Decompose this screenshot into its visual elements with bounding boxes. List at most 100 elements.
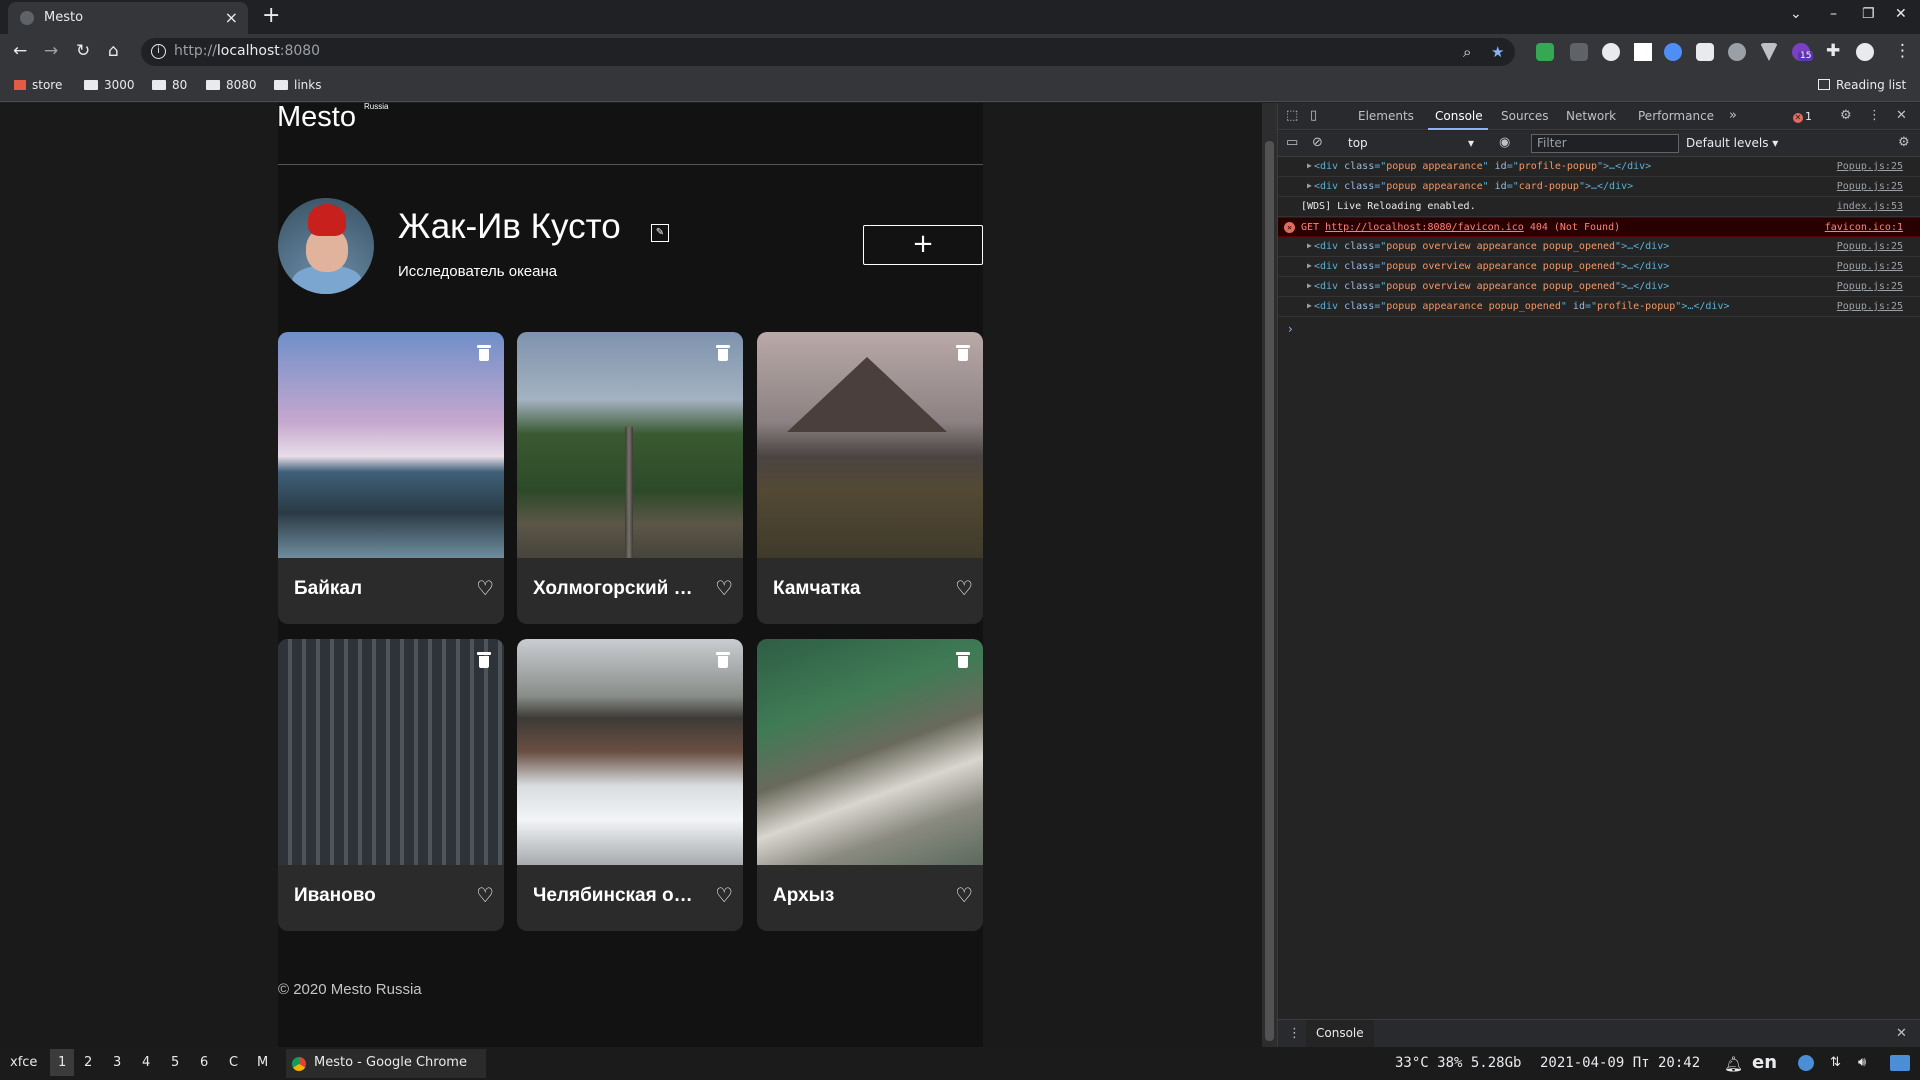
reload-icon[interactable]: ↻ [76, 41, 90, 61]
keyboard-layout[interactable]: en [1752, 1052, 1777, 1073]
console-message[interactable]: ▶ <div class="popup appearance" id="prof… [1278, 157, 1920, 177]
extension-icon-green[interactable] [1536, 43, 1554, 61]
heart-icon[interactable]: ♡ [715, 576, 733, 600]
expand-triangle-icon[interactable]: ▶ [1307, 301, 1312, 310]
maximize-button[interactable]: ❐ [1862, 6, 1875, 22]
close-devtools-icon[interactable]: ✕ [1896, 108, 1907, 123]
source-link[interactable]: Popup.js:25 [1837, 161, 1903, 172]
devtools-menu-icon[interactable]: ⋮ [1868, 108, 1881, 123]
source-link[interactable]: Popup.js:25 [1837, 281, 1903, 292]
error-count-badge[interactable]: ✕ 1 [1793, 110, 1812, 123]
card-photo[interactable] [757, 639, 983, 865]
edit-profile-button[interactable]: ✎ [651, 224, 669, 242]
heart-icon[interactable]: ♡ [955, 576, 973, 600]
expand-triangle-icon[interactable]: ▶ [1307, 241, 1312, 250]
console-prompt-chevron-icon[interactable]: › [1288, 322, 1293, 336]
trash-icon[interactable] [955, 651, 971, 669]
card-photo[interactable] [278, 332, 504, 558]
drawer-tab-console[interactable]: Console [1306, 1020, 1374, 1048]
workspace-4[interactable]: 4 [142, 1055, 150, 1070]
menu-dots-icon[interactable]: ⋮ [1894, 41, 1911, 61]
react-devtools-icon[interactable] [1602, 43, 1620, 61]
console-settings-icon[interactable]: ⚙ [1898, 135, 1910, 150]
drawer-menu-icon[interactable]: ⋮ [1288, 1026, 1301, 1041]
clear-console-icon[interactable]: ⊘ [1312, 135, 1323, 150]
extension-icon-eye[interactable] [1696, 43, 1714, 61]
source-link[interactable]: Popup.js:25 [1837, 301, 1903, 312]
error-url-link[interactable]: http://localhost:8080/favicon.ico [1325, 222, 1524, 233]
expand-triangle-icon[interactable]: ▶ [1307, 281, 1312, 290]
profile-avatar-icon[interactable] [1856, 43, 1874, 61]
tab-console[interactable]: Console [1435, 109, 1483, 123]
inspect-element-icon[interactable]: ⬚ [1286, 108, 1298, 123]
heart-icon[interactable]: ♡ [476, 576, 494, 600]
extension-icon-target[interactable] [1728, 43, 1746, 61]
zoom-search-icon[interactable]: ⌕ [1463, 43, 1471, 61]
clock[interactable]: 2021-04-09 Пт 20:42 [1540, 1055, 1700, 1071]
reading-list-button[interactable]: Reading list [1818, 78, 1906, 92]
tab-search-icon[interactable]: ⌄ [1790, 6, 1802, 22]
console-message[interactable]: [WDS] Live Reloading enabled. index.js:5… [1278, 197, 1920, 217]
context-selector[interactable]: top ▾ [1348, 136, 1478, 150]
minimize-button[interactable]: – [1830, 6, 1837, 22]
trash-icon[interactable] [476, 344, 492, 362]
console-message[interactable]: ▶ <div class="popup overview appearance … [1278, 257, 1920, 277]
extension-icon-blue[interactable] [1664, 43, 1682, 61]
scrollbar-thumb[interactable] [1265, 141, 1274, 1041]
card-photo[interactable] [517, 639, 743, 865]
bookmark-star-icon[interactable]: ★ [1491, 43, 1504, 61]
extension-icon-gray[interactable] [1570, 43, 1588, 61]
workspace-1[interactable]: 1 [50, 1049, 75, 1076]
expand-triangle-icon[interactable]: ▶ [1307, 261, 1312, 270]
console-message[interactable]: ▶ <div class="popup appearance" id="card… [1278, 177, 1920, 197]
trash-icon[interactable] [715, 344, 731, 362]
bookmark-store[interactable]: store [14, 78, 62, 92]
tab-mesto[interactable]: Mesto × [8, 2, 248, 34]
console-message[interactable]: ▶ <div class="popup overview appearance … [1278, 277, 1920, 297]
sidebar-toggle-icon[interactable]: ▭ [1286, 135, 1298, 150]
add-card-button[interactable]: + [863, 225, 983, 265]
show-desktop-icon[interactable] [1890, 1055, 1910, 1071]
expand-triangle-icon[interactable]: ▶ [1307, 181, 1312, 190]
live-expression-eye-icon[interactable]: ◉ [1499, 135, 1510, 150]
taskbar-window-chrome[interactable]: Mesto - Google Chrome [286, 1049, 486, 1078]
log-levels-dropdown[interactable]: Default levels ▾ [1686, 136, 1778, 150]
more-tabs-icon[interactable]: » [1729, 108, 1737, 123]
workspace-5[interactable]: 5 [171, 1055, 179, 1070]
tab-performance[interactable]: Performance [1638, 109, 1714, 123]
bookmark-folder-links[interactable]: links [274, 78, 321, 92]
extensions-puzzle-icon[interactable]: ✚ [1826, 41, 1840, 61]
back-icon[interactable]: ← [13, 41, 27, 61]
card-photo[interactable] [278, 639, 504, 865]
xfce-menu-button[interactable]: xfce [10, 1055, 37, 1070]
console-message[interactable]: ▶ <div class="popup appearance popup_ope… [1278, 297, 1920, 317]
tab-elements[interactable]: Elements [1358, 109, 1414, 123]
network-arrows-icon[interactable]: ⇅ [1830, 1055, 1841, 1070]
source-link[interactable]: Popup.js:25 [1837, 181, 1903, 192]
page-scrollbar[interactable] [1262, 103, 1277, 1047]
heart-icon[interactable]: ♡ [715, 883, 733, 907]
workspace-m[interactable]: M [257, 1055, 268, 1070]
source-link[interactable]: index.js:53 [1837, 201, 1903, 212]
workspace-3[interactable]: 3 [113, 1055, 121, 1070]
trash-icon[interactable] [715, 651, 731, 669]
tab-close-icon[interactable]: × [225, 8, 238, 27]
device-toolbar-icon[interactable]: ▯ [1310, 108, 1317, 123]
source-link[interactable]: favicon.ico:1 [1825, 222, 1903, 233]
tab-network[interactable]: Network [1566, 109, 1616, 123]
volume-icon[interactable]: 🔊︎ [1858, 1055, 1866, 1070]
avatar[interactable] [278, 198, 374, 294]
expand-triangle-icon[interactable]: ▶ [1307, 161, 1312, 170]
bookmark-folder-80[interactable]: 80 [152, 78, 187, 92]
vue-devtools-icon[interactable] [1760, 43, 1778, 61]
heart-icon[interactable]: ♡ [476, 883, 494, 907]
new-tab-button[interactable]: + [262, 3, 280, 28]
forward-icon[interactable]: → [44, 41, 58, 61]
info-icon[interactable]: i [151, 44, 166, 59]
bookmark-folder-8080[interactable]: 8080 [206, 78, 257, 92]
heart-icon[interactable]: ♡ [955, 883, 973, 907]
trash-icon[interactable] [955, 344, 971, 362]
workspace-c[interactable]: C [229, 1055, 238, 1070]
network-globe-icon[interactable] [1798, 1055, 1814, 1071]
bookmark-folder-3000[interactable]: 3000 [84, 78, 135, 92]
